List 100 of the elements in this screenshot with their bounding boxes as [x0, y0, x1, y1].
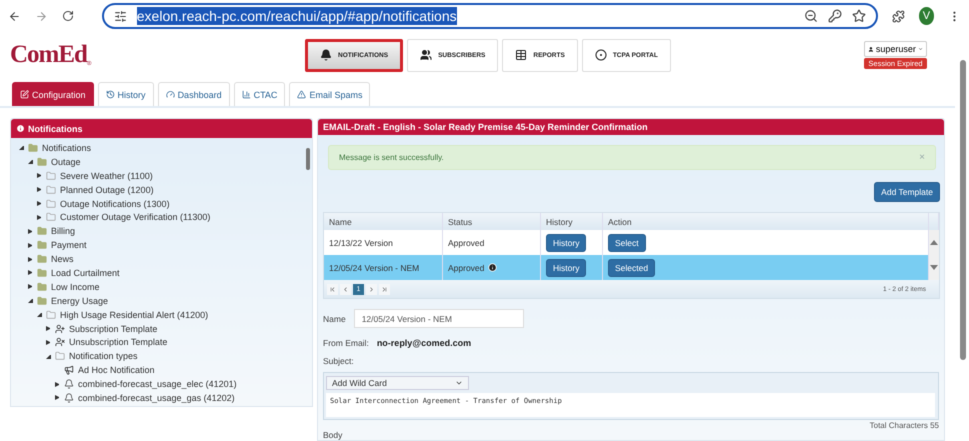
users-icon: [420, 49, 432, 61]
folder-icon: [37, 240, 47, 250]
tree-item[interactable]: Payment: [51, 240, 87, 250]
first-page-icon[interactable]: [327, 284, 338, 294]
toggle-icon[interactable]: [28, 298, 33, 304]
tree-item[interactable]: Load Curtailment: [51, 268, 120, 278]
folder-icon: [46, 184, 56, 195]
history-icon: [106, 90, 115, 99]
tree-item[interactable]: Energy Usage: [51, 296, 108, 306]
folder-icon: [28, 142, 38, 153]
table-row[interactable]: 12/13/22 Version Approved History Select: [324, 230, 939, 255]
tree-item[interactable]: Ad Hoc Notification: [78, 365, 155, 376]
scroll-up-icon[interactable]: [930, 240, 938, 245]
tree-item[interactable]: Billing: [51, 226, 76, 236]
field-label: Subject:: [323, 356, 354, 366]
table-row[interactable]: 12/05/24 Version - NEM Approved History Selected: [324, 255, 939, 280]
table-icon: [515, 49, 528, 61]
toggle-icon[interactable]: [55, 382, 60, 387]
tree-item[interactable]: Severe Weather (1100): [60, 170, 153, 181]
toggle-icon[interactable]: [28, 242, 33, 248]
select-button[interactable]: Select: [608, 234, 646, 252]
character-count: Total Characters 55: [870, 421, 939, 430]
toggle-icon[interactable]: [46, 340, 51, 345]
user-menu-button[interactable]: superuser: [864, 41, 927, 57]
tree-item[interactable]: Unsubscription Template: [69, 337, 168, 348]
toggle-icon[interactable]: [37, 173, 42, 178]
folder-icon: [37, 296, 47, 306]
tab[interactable]: Dashboard: [158, 82, 230, 106]
folder-icon: [46, 310, 56, 320]
toggle-icon[interactable]: [28, 159, 33, 164]
panel-title: Notifications: [28, 124, 83, 134]
edit-icon: [20, 90, 29, 99]
toggle-icon[interactable]: [28, 284, 33, 290]
key-icon[interactable]: [828, 9, 842, 23]
folder-icon: [55, 351, 65, 362]
name-field[interactable]: 12/05/24 Version - NEM: [354, 309, 524, 328]
toggle-icon[interactable]: [37, 214, 42, 220]
toggle-icon[interactable]: [37, 312, 42, 318]
zoom-icon[interactable]: [804, 9, 818, 23]
toggle-icon[interactable]: [46, 354, 51, 359]
next-page-icon[interactable]: [366, 284, 377, 294]
extensions-icon[interactable]: [892, 8, 905, 24]
folder-icon: [46, 170, 56, 181]
tab[interactable]: Email Spams: [289, 82, 370, 106]
tree-item[interactable]: Outage Notifications (1300): [60, 198, 170, 208]
tree-item[interactable]: Notifications: [42, 142, 92, 153]
toggle-icon[interactable]: [28, 256, 33, 262]
history-button[interactable]: History: [546, 234, 586, 252]
address-bar[interactable]: exelon.reach-pc.com/reachui/app/#app/notifications: [102, 3, 878, 29]
field-label: Name: [323, 314, 346, 324]
toggle-icon[interactable]: [46, 326, 51, 332]
folder-icon: [46, 198, 56, 208]
star-icon[interactable]: [852, 9, 866, 23]
tree-item[interactable]: Notification types: [69, 351, 138, 362]
toggle-icon[interactable]: [19, 145, 24, 150]
column-header: History: [541, 213, 603, 230]
last-page-icon[interactable]: [379, 284, 390, 294]
tree-item[interactable]: combined-forecast_usage_gas (41202): [78, 392, 235, 403]
info-icon[interactable]: [488, 263, 498, 272]
select-button[interactable]: Selected: [608, 258, 656, 276]
previous-page-icon[interactable]: [340, 284, 351, 294]
wildcard-dropdown[interactable]: Add Wild Card: [326, 376, 469, 390]
column-header: Status: [443, 213, 541, 230]
toggle-icon[interactable]: [55, 395, 60, 400]
reload-icon[interactable]: [62, 9, 74, 23]
info-icon: [16, 124, 25, 133]
column-header: Name: [324, 213, 443, 230]
tree-item[interactable]: Planned Outage (1200): [60, 184, 154, 195]
folder-icon: [37, 282, 47, 292]
tab[interactable]: Configuration: [12, 82, 94, 106]
site-settings-icon[interactable]: [114, 10, 127, 22]
history-button[interactable]: History: [546, 258, 586, 276]
toggle-icon[interactable]: [37, 187, 42, 192]
tree-item[interactable]: Subscription Template: [69, 324, 158, 334]
user-remove-icon: [55, 337, 65, 348]
table-cell: 12/05/24 Version - NEM: [329, 262, 420, 272]
tab[interactable]: History: [98, 82, 154, 106]
tree-item[interactable]: High Usage Residential Alert (41200): [60, 310, 208, 320]
tab[interactable]: CTAC: [234, 82, 286, 106]
alert-message: Message is sent successfully.: [339, 153, 444, 162]
tree-item[interactable]: combined-forecast_usage_elec (41201): [78, 379, 237, 390]
url-text: exelon.reach-pc.com/reachui/app/#app/notifications: [136, 7, 457, 25]
folder-icon: [37, 254, 47, 264]
table-cell: Approved: [448, 262, 484, 272]
profile-avatar[interactable]: V: [918, 7, 934, 25]
scroll-down-icon[interactable]: [930, 265, 938, 270]
tree-item[interactable]: Outage: [51, 156, 81, 167]
user-add-icon: [55, 324, 65, 334]
bell-icon: [320, 49, 332, 61]
user-icon: [868, 44, 874, 54]
tree-item[interactable]: Customer Outage Verification (11300): [60, 212, 210, 222]
tree-item[interactable]: News: [51, 254, 74, 264]
gauge-icon: [166, 90, 175, 99]
toggle-icon[interactable]: [37, 201, 42, 206]
from-email: no-reply@comed.com: [376, 338, 472, 348]
tree-item[interactable]: Low Income: [51, 282, 100, 292]
caret-icon: [455, 379, 463, 387]
toggle-icon[interactable]: [28, 228, 33, 234]
add-template-button[interactable]: Add Template: [874, 182, 940, 202]
toggle-icon[interactable]: [28, 270, 33, 276]
